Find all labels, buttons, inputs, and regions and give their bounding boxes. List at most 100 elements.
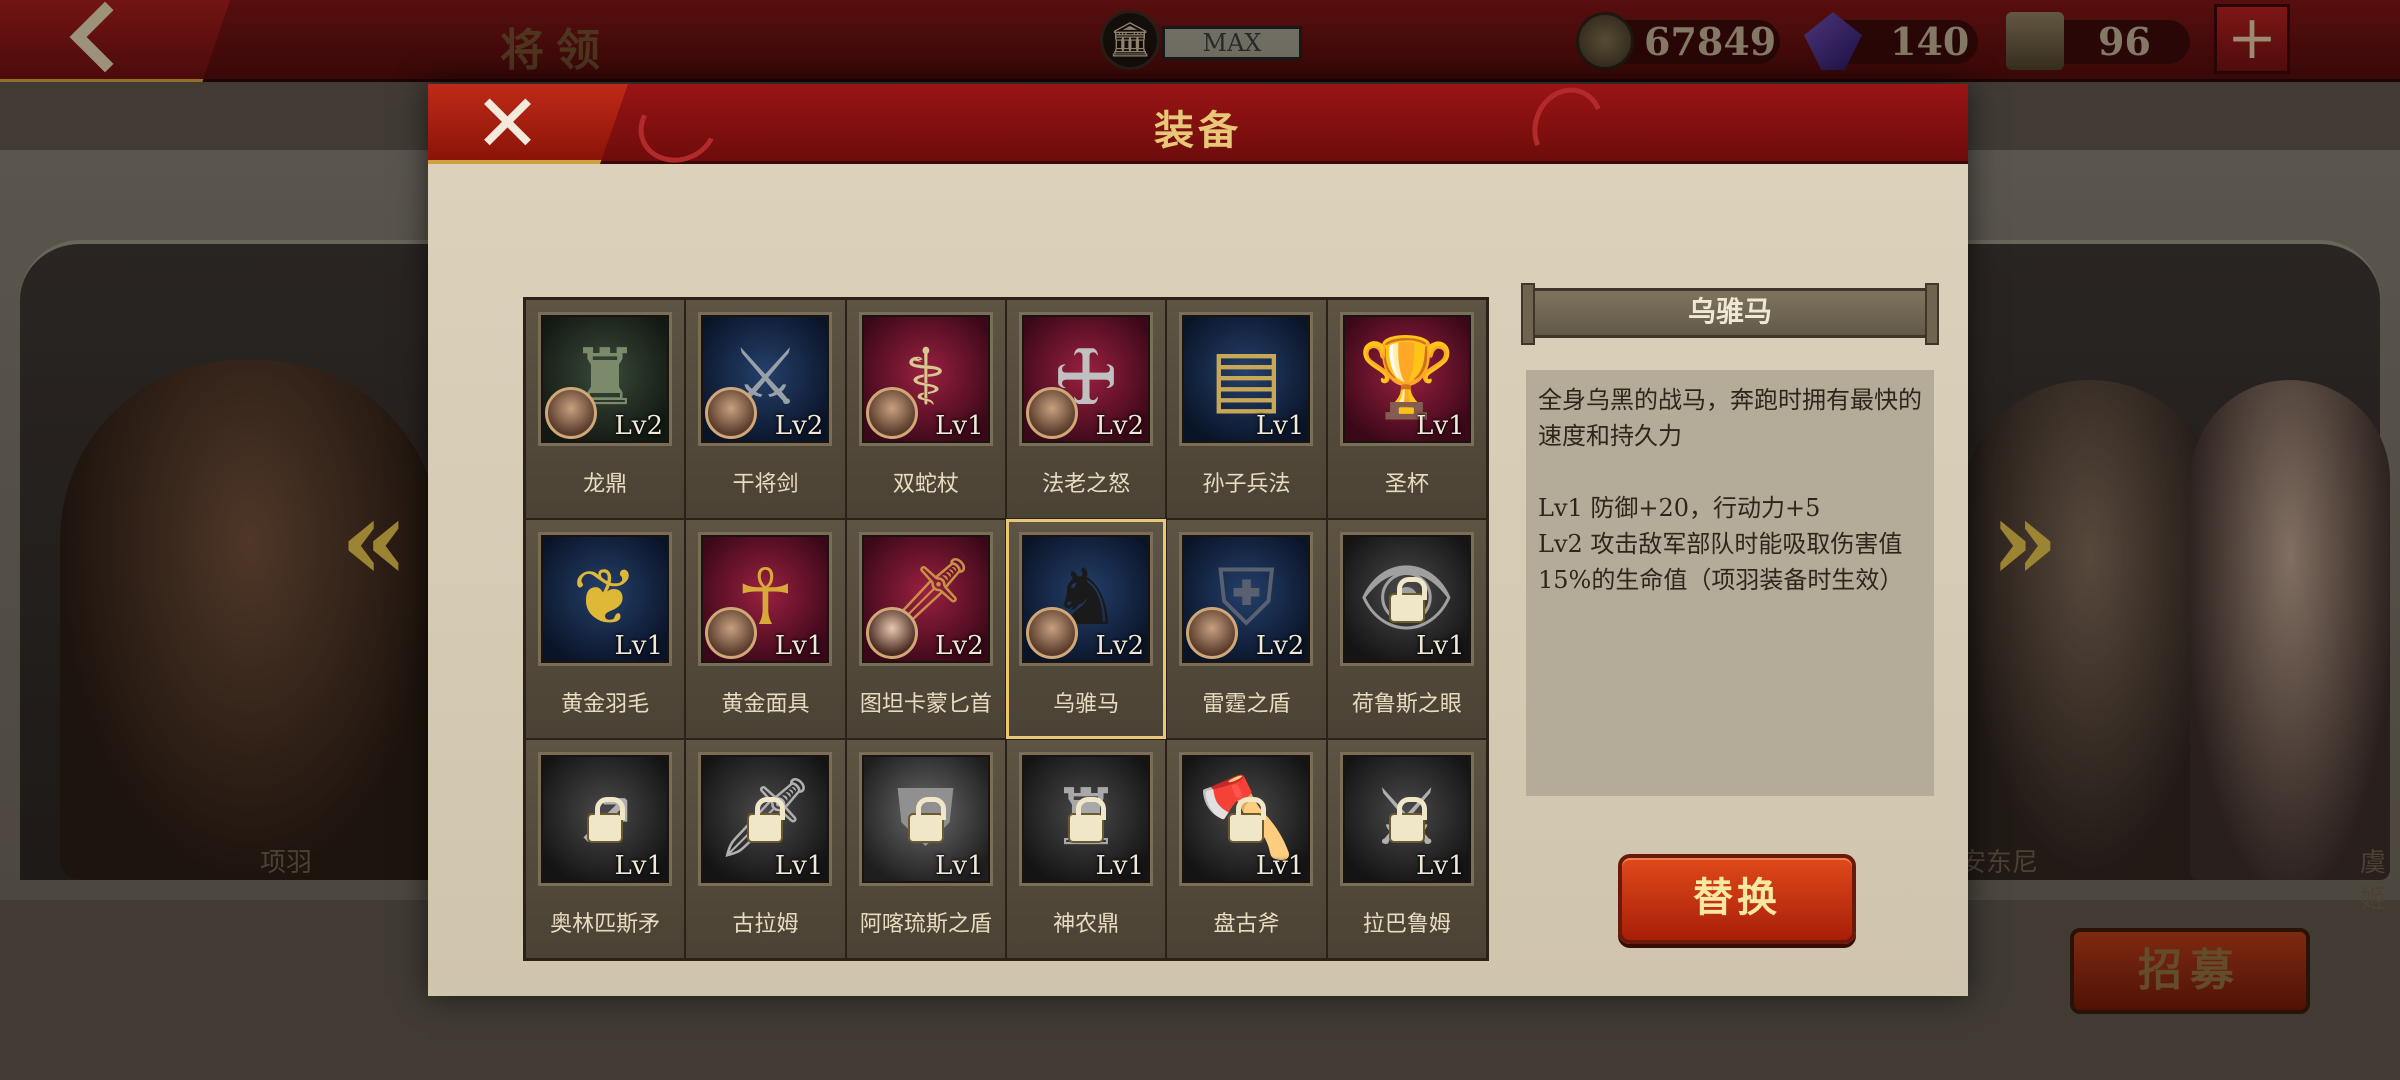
item-name: 荷鲁斯之眼	[1351, 692, 1462, 717]
owner-avatar	[705, 607, 758, 659]
modal-body: ♜ Lv2 龙鼎 ⚔ Lv2 干将剑 ⚕ Lv1 双蛇杖 🜊 Lv2 法老之怒 ▤ Lv1 孙子兵法 🏆 Lv1…	[428, 164, 1968, 996]
item-icon-box: ⛊Lv1	[858, 752, 993, 886]
equipment-slot[interactable]: ♞ Lv2 乌骓马	[1005, 519, 1167, 739]
item-name: 阿喀琉斯之盾	[859, 912, 992, 937]
item-name: 龙鼎	[583, 472, 628, 497]
item-level: Lv1	[1416, 631, 1465, 661]
item-level: Lv2	[1095, 411, 1144, 441]
item-level: Lv1	[774, 631, 824, 661]
owner-avatar	[545, 387, 597, 439]
equipment-grid: ♜ Lv2 龙鼎 ⚔ Lv2 干将剑 ⚕ Lv1 双蛇杖 🜊 Lv2 法老之怒 ▤ Lv1 孙子兵法 🏆 Lv1…	[523, 297, 1489, 961]
item-name: 雷霆之盾	[1202, 692, 1291, 717]
item-icon-box: ↗Lv1	[538, 752, 672, 886]
owner-avatar	[865, 607, 918, 659]
item-level: Lv1	[935, 851, 984, 881]
item-icon-box: 🏆 Lv1	[1339, 312, 1474, 446]
item-name: 圣杯	[1384, 472, 1429, 497]
item-level: Lv1	[614, 631, 664, 661]
item-name: 拉巴鲁姆	[1362, 912, 1451, 937]
item-icon-box: 👁Lv1	[1339, 532, 1474, 666]
equipment-slot[interactable]: ⛊Lv1 阿喀琉斯之盾	[845, 739, 1006, 959]
item-level: Lv1	[1095, 851, 1144, 881]
equipment-slot[interactable]: 👁Lv1 荷鲁斯之眼	[1326, 519, 1487, 739]
item-icon-box: ❦ Lv1	[538, 532, 672, 666]
item-name: 法老之怒	[1042, 472, 1131, 497]
equipment-slot[interactable]: ♜Lv1 神农鼎	[1005, 739, 1167, 959]
equipment-slot[interactable]: 🏆 Lv1 圣杯	[1326, 299, 1487, 519]
item-icon-box: 🪓Lv1	[1179, 752, 1314, 886]
item-icon-box: 🗡Lv1	[698, 752, 833, 886]
item-name: 孙子兵法	[1202, 472, 1291, 497]
item-level: Lv1	[1416, 411, 1465, 441]
equipment-slot[interactable]: ⚔ Lv2 干将剑	[685, 299, 846, 519]
equipment-slot[interactable]: ♜ Lv2 龙鼎	[525, 299, 686, 519]
item-level: Lv1	[614, 851, 664, 881]
detail-title: 乌骓马	[1521, 283, 1939, 345]
equipment-slot[interactable]: 🗡Lv1 古拉姆	[685, 739, 846, 959]
item-level: Lv1	[1416, 851, 1465, 881]
item-level: Lv1	[935, 411, 984, 441]
item-icon-box: 🜊 Lv2	[1018, 312, 1153, 446]
item-name: 图坦卡蒙匕首	[859, 692, 992, 717]
owner-avatar	[865, 387, 918, 439]
item-level: Lv2	[774, 411, 824, 441]
detail-description-panel: 全身乌黑的战马，奔跑时拥有最快的速度和持久力 Lv1 防御+20，行动力+5 L…	[1526, 370, 1934, 796]
lock-icon	[907, 797, 946, 843]
lock-icon	[1067, 797, 1106, 843]
equipment-slot[interactable]: ⛨ Lv2 雷霆之盾	[1166, 519, 1327, 739]
item-level: Lv1	[774, 851, 824, 881]
replace-button[interactable]: 替换	[1618, 854, 1856, 944]
item-name: 黄金羽毛	[561, 692, 650, 717]
item-name: 双蛇杖	[892, 472, 959, 497]
equipment-slot[interactable]: 🗡 Lv2 图坦卡蒙匕首	[845, 519, 1006, 739]
owner-avatar	[1186, 607, 1239, 659]
equipment-slot[interactable]: 🜊 Lv2 法老之怒	[1005, 299, 1167, 519]
item-name: 神农鼎	[1053, 912, 1120, 937]
item-icon-box: 🗡 Lv2	[858, 532, 993, 666]
item-name: 干将剑	[732, 472, 799, 497]
close-icon: ✕	[474, 77, 542, 170]
item-level: Lv1	[1255, 411, 1305, 441]
equipment-slot[interactable]: ⚕ Lv1 双蛇杖	[845, 299, 1006, 519]
lock-icon	[1228, 797, 1267, 843]
equipment-slot[interactable]: ↗Lv1 奥林匹斯矛	[525, 739, 686, 959]
lock-icon	[587, 797, 625, 843]
item-name: 盘古斧	[1213, 912, 1280, 937]
item-icon-box: ⚕ Lv1	[858, 312, 993, 446]
item-name: 古拉姆	[732, 912, 799, 937]
item-name: 奥林匹斯矛	[550, 912, 661, 937]
equipment-slot[interactable]: ▤ Lv1 孙子兵法	[1166, 299, 1327, 519]
item-description: 全身乌黑的战马，奔跑时拥有最快的速度和持久力	[1538, 386, 1922, 450]
item-icon-box: ⚔ Lv2	[698, 312, 833, 446]
lock-icon	[1388, 797, 1427, 843]
owner-avatar	[705, 387, 758, 439]
equipment-slot[interactable]: 🪓Lv1 盘古斧	[1166, 739, 1327, 959]
item-icon-box: ♜Lv1	[1018, 752, 1153, 886]
item-name: 乌骓马	[1053, 692, 1120, 717]
owner-avatar	[1025, 607, 1078, 659]
item-icon-box: ▤ Lv1	[1179, 312, 1314, 446]
item-level: Lv2	[1255, 631, 1305, 661]
close-button[interactable]: ✕	[428, 84, 628, 164]
equipment-slot[interactable]: ❦ Lv1 黄金羽毛	[525, 519, 686, 739]
item-level: Lv1	[1255, 851, 1305, 881]
modal-title: 装备	[1154, 107, 1242, 154]
modal-header: 装备 ✕	[428, 77, 1968, 177]
item-level: Lv2	[614, 411, 664, 441]
item-icon-box: ⚔Lv1	[1339, 752, 1474, 886]
item-icon-box: ☥ Lv1	[698, 532, 833, 666]
lock-icon	[1388, 577, 1427, 623]
owner-avatar	[1025, 387, 1078, 439]
level2-effect: Lv2 攻击敌军部队时能吸取伤害值15%的生命值（项羽装备时生效）	[1538, 530, 1904, 594]
item-level: Lv2	[935, 631, 984, 661]
equipment-modal: 装备 ✕ ♜ Lv2 龙鼎 ⚔ Lv2 干将剑 ⚕ Lv1 双蛇杖 🜊 Lv2 法老之怒 ▤ Lv1 孙子兵…	[428, 77, 1968, 996]
equipment-slot[interactable]: ☥ Lv1 黄金面具	[685, 519, 846, 739]
item-icon-box: ⛨ Lv2	[1179, 532, 1314, 666]
item-name: 黄金面具	[721, 692, 810, 717]
level1-effect: Lv1 防御+20，行动力+5	[1538, 494, 1821, 522]
item-icon-box: ♞ Lv2	[1018, 532, 1153, 666]
item-level: Lv2	[1095, 631, 1144, 661]
equipment-slot[interactable]: ⚔Lv1 拉巴鲁姆	[1326, 739, 1487, 959]
item-icon-box: ♜ Lv2	[538, 312, 672, 446]
lock-icon	[747, 797, 786, 843]
